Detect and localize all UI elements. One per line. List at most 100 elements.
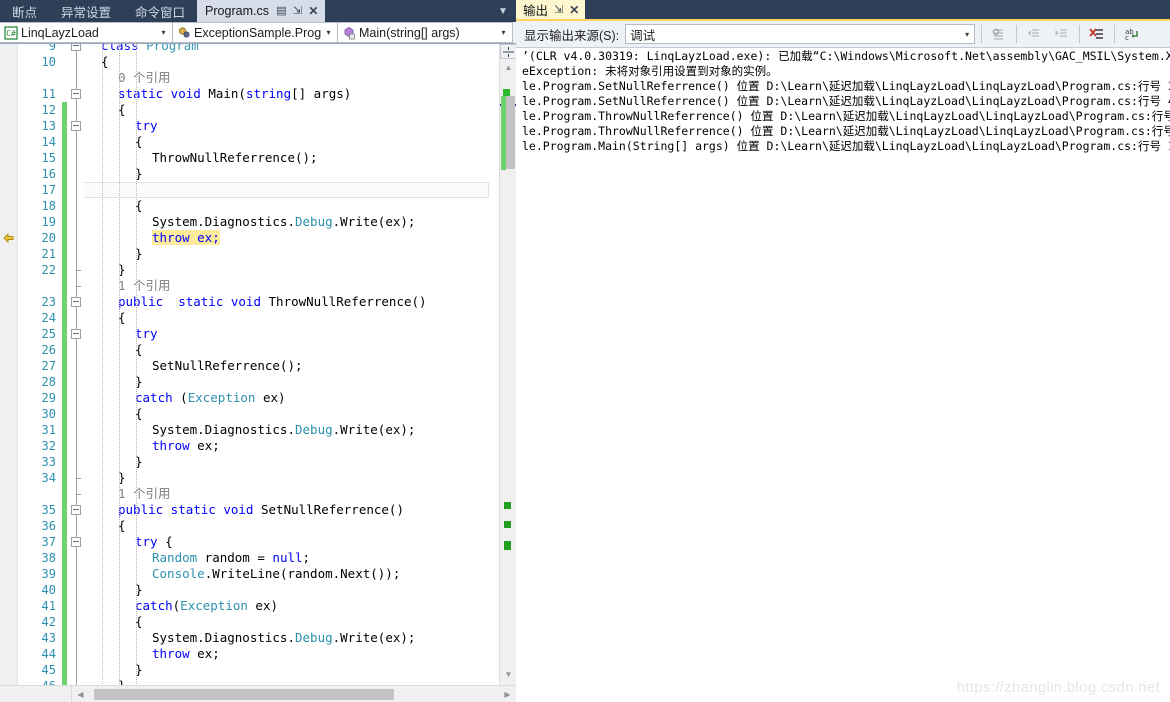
code-line[interactable]: try: [84, 118, 499, 134]
document-tab-2[interactable]: 命令窗口: [123, 0, 197, 22]
code-line[interactable]: class Program: [84, 44, 499, 54]
code-line[interactable]: System.Diagnostics.Debug.Write(ex);: [84, 422, 499, 438]
scroll-up-button[interactable]: ▲: [500, 59, 516, 76]
go-to-next-message-button[interactable]: [1051, 23, 1073, 45]
code-line[interactable]: throw ex;: [84, 438, 499, 454]
code-line[interactable]: throw ex;: [84, 646, 499, 662]
outlining-block-end: [76, 478, 81, 479]
code-line[interactable]: try {: [84, 534, 499, 550]
scroll-right-button[interactable]: ▶: [499, 690, 516, 699]
codelens-reference-row[interactable]: 1 个引用: [84, 486, 499, 502]
code-line[interactable]: {: [84, 518, 499, 534]
outlining-margin[interactable]: [68, 44, 84, 685]
current-statement-arrow-icon[interactable]: [2, 231, 16, 245]
chevron-down-icon[interactable]: ▾: [497, 28, 510, 37]
code-line[interactable]: catch (Exception ex): [84, 390, 499, 406]
indent-guide: [102, 44, 103, 685]
tab-output[interactable]: 输出 ⇲ ✕: [516, 0, 586, 19]
project-dropdown[interactable]: C# LinqLayzLoad ▾: [0, 22, 173, 43]
code-line[interactable]: public static void SetNullReferrence(): [84, 502, 499, 518]
find-message-button[interactable]: [988, 23, 1010, 45]
code-line[interactable]: {: [84, 102, 499, 118]
code-line[interactable]: {: [84, 54, 499, 70]
code-text-area[interactable]: class Program{0 个引用 static void Main(stri…: [84, 44, 499, 685]
hscrollbar-thumb[interactable]: [94, 689, 394, 700]
outlining-collapse-box[interactable]: [71, 89, 81, 99]
outlining-collapse-box[interactable]: [71, 537, 81, 547]
code-line[interactable]: Console.WriteLine(random.Next());: [84, 566, 499, 582]
code-line[interactable]: {: [84, 134, 499, 150]
code-line[interactable]: }: [84, 678, 499, 685]
clear-all-button[interactable]: [1086, 23, 1108, 45]
outlining-block-end: [76, 286, 81, 287]
code-line[interactable]: {: [84, 406, 499, 422]
code-line[interactable]: }: [84, 246, 499, 262]
code-token: ThrowNullReferrence(): [268, 294, 427, 309]
code-line[interactable]: {: [84, 310, 499, 326]
outlining-collapse-box[interactable]: [71, 297, 81, 307]
pin-icon[interactable]: ⇲: [554, 3, 563, 16]
codelens-label[interactable]: 0 个引用: [118, 70, 171, 85]
document-tab-0[interactable]: 断点: [0, 0, 49, 22]
code-line[interactable]: }: [84, 662, 499, 678]
code-line[interactable]: throw ex;: [84, 230, 499, 246]
code-line[interactable]: System.Diagnostics.Debug.Write(ex);: [84, 630, 499, 646]
code-token: ex): [255, 390, 286, 405]
outlining-collapse-box[interactable]: [71, 329, 81, 339]
tab-overflow-icon[interactable]: ▼: [490, 0, 516, 22]
code-line[interactable]: SetNullReferrence();: [84, 358, 499, 374]
outlining-collapse-box[interactable]: [71, 121, 81, 131]
code-line[interactable]: ThrowNullReferrence();: [84, 150, 499, 166]
code-line[interactable]: }: [84, 166, 499, 182]
code-editor[interactable]: 9 10 11 12 13 14 15 16 17 18 19 20 21 22 23 24 25 26 27 28 2…: [0, 44, 516, 685]
lock-icon[interactable]: ▤: [276, 5, 287, 17]
line-number: 44: [41, 647, 56, 661]
chevron-down-icon[interactable]: ▾: [960, 30, 974, 39]
code-line[interactable]: }: [84, 262, 499, 278]
editor-horizontal-scrollbar[interactable]: ◀ ▶: [72, 686, 516, 702]
editor-vertical-scrollbar[interactable]: ▲ ▼: [499, 44, 516, 685]
code-line[interactable]: try: [84, 326, 499, 342]
document-tab-3[interactable]: Program.cs ▤ ⇲ ✕: [197, 0, 325, 22]
codelens-label[interactable]: 1 个引用: [118, 486, 171, 501]
chevron-down-icon[interactable]: ▾: [322, 28, 335, 37]
code-line[interactable]: {: [84, 614, 499, 630]
split-view-icon[interactable]: [500, 44, 516, 59]
code-line[interactable]: {: [84, 198, 499, 214]
zoom-level-combo[interactable]: [0, 686, 72, 702]
codelens-reference-row[interactable]: 1 个引用: [84, 278, 499, 294]
line-number: 13: [41, 119, 56, 133]
go-to-previous-message-button[interactable]: [1023, 23, 1045, 45]
code-line[interactable]: catch(Exception ex): [84, 598, 499, 614]
code-line[interactable]: catch (Exception ex): [84, 182, 499, 198]
code-token: catch: [135, 598, 173, 613]
codelens-reference-row[interactable]: 0 个引用: [84, 70, 499, 86]
document-tab-1[interactable]: 异常设置: [49, 0, 123, 22]
code-line[interactable]: }: [84, 454, 499, 470]
chevron-down-icon[interactable]: ▾: [157, 28, 170, 37]
scroll-down-button[interactable]: ▼: [500, 666, 516, 683]
code-line[interactable]: }: [84, 582, 499, 598]
outlining-collapse-box[interactable]: [71, 505, 81, 515]
code-line[interactable]: }: [84, 470, 499, 486]
close-icon[interactable]: ✕: [308, 5, 319, 17]
code-line[interactable]: public static void ThrowNullReferrence(): [84, 294, 499, 310]
type-dropdown[interactable]: ExceptionSample.Progr ▾: [172, 22, 338, 43]
code-line[interactable]: }: [84, 374, 499, 390]
outlining-collapse-box[interactable]: [71, 44, 81, 51]
output-source-dropdown[interactable]: 调试 ▾: [625, 24, 976, 44]
code-line[interactable]: System.Diagnostics.Debug.Write(ex);: [84, 214, 499, 230]
code-line[interactable]: {: [84, 342, 499, 358]
code-line[interactable]: Random random = null;: [84, 550, 499, 566]
close-icon[interactable]: ✕: [569, 3, 579, 17]
member-dropdown[interactable]: Main(string[] args) ▾: [337, 22, 513, 43]
output-toolbar: 显示输出来源(S): 调试 ▾ ab c: [516, 21, 1170, 48]
pin-icon[interactable]: ⇲: [292, 5, 303, 17]
breakpoint-margin[interactable]: [0, 44, 18, 685]
code-line[interactable]: static void Main(string[] args): [84, 86, 499, 102]
toggle-word-wrap-button[interactable]: ab c: [1121, 23, 1143, 45]
codelens-label[interactable]: 1 个引用: [118, 278, 171, 293]
output-text-area[interactable]: ’(CLR v4.0.30319: LinqLayzLoad.exe): 已加载…: [516, 48, 1170, 702]
editor-horizontal-scroll-row[interactable]: ◀ ▶: [0, 685, 516, 702]
scroll-left-button[interactable]: ◀: [72, 690, 89, 699]
